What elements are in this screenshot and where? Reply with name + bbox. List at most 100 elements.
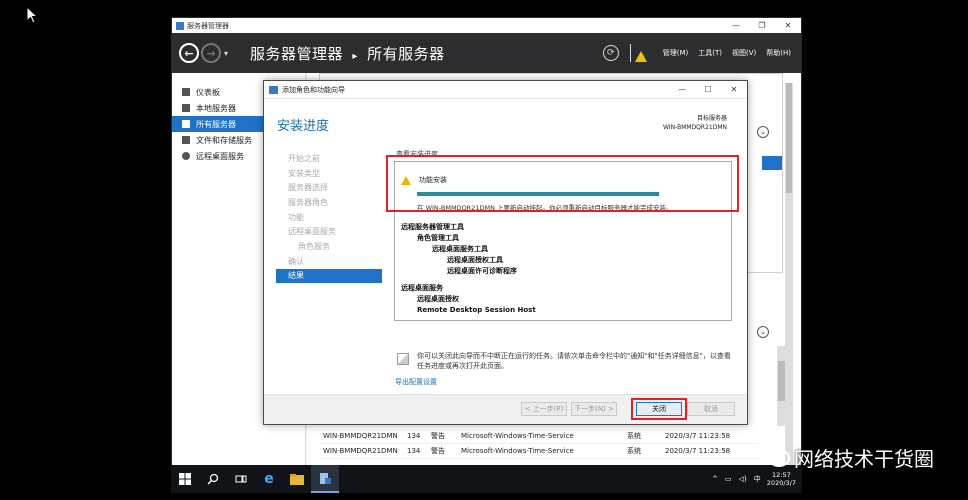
system-tray: ^ ▭ ◁) 中 (712, 474, 761, 484)
task-view-icon[interactable] (227, 465, 255, 493)
input-method-indicator[interactable]: 中 (754, 474, 761, 484)
status-line: 功能安装 (401, 175, 447, 185)
cell-date: 2020/3/7 11:23:58 (665, 447, 731, 455)
previous-button[interactable]: < 上一步(P) (521, 402, 567, 416)
internet-explorer-icon[interactable]: e (255, 465, 283, 493)
show-hidden-icons-icon[interactable]: ^ (712, 475, 718, 483)
remote-desktop-icon (182, 152, 190, 160)
next-button[interactable]: 下一步(N) > (571, 402, 617, 416)
minimize-icon[interactable]: — (723, 21, 749, 30)
cell-level: 警告 (431, 432, 445, 440)
step-server-roles[interactable]: 服务器角色 (276, 195, 382, 210)
window-title: 服务器管理器 (187, 21, 229, 30)
table-row[interactable]: WIN-BMMDQR21DMN 134 警告 Microsoft-Windows… (319, 429, 759, 444)
back-arrow-icon[interactable]: ← (179, 43, 199, 63)
cell-date: 2020/3/7 11:23:58 (665, 432, 731, 440)
list-item: 远程桌面许可诊断程序 (447, 267, 517, 275)
expand-chevron-icon[interactable]: ⌄ (757, 126, 769, 138)
info-flag-icon (397, 353, 409, 365)
destination-value: WIN-BMMDQR21DMN (662, 124, 727, 131)
progress-bar (417, 192, 659, 196)
cell-log: 系统 (627, 432, 641, 440)
close-icon[interactable]: ✕ (721, 85, 747, 94)
list-item: 远程桌面服务 (401, 284, 443, 292)
clock[interactable]: 12:57 2020/3/7 (767, 471, 796, 487)
maximize-icon[interactable]: ❐ (749, 21, 775, 30)
breadcrumb: 服务器管理器 ▸ 所有服务器 (250, 43, 445, 64)
command-bar: ← → ▾ 服务器管理器 ▸ 所有服务器 ⟳ 管理(M) 工具(T) 视图(V)… (172, 33, 801, 73)
cell-server: WIN-BMMDQR21DMN (323, 432, 398, 440)
refresh-icon[interactable]: ⟳ (602, 45, 619, 61)
server-icon (182, 104, 190, 112)
search-icon[interactable] (199, 465, 227, 493)
step-server-selection[interactable]: 服务器选择 (276, 180, 382, 195)
forward-arrow-icon[interactable]: → (201, 43, 221, 63)
list-item: Remote Desktop Session Host (417, 306, 536, 314)
destination-server: 目标服务器 WIN-BMMDQR21DMN (663, 114, 727, 132)
info-text: 你可以关闭此向导而不中断正在运行的任务。请依次单击命令栏中的"通知"和"任务详细… (417, 352, 731, 370)
wizard-titlebar: 添加角色和功能向导 — ☐ ✕ (264, 81, 747, 99)
menu-help[interactable]: 帮助(H) (766, 48, 791, 58)
cell-id: 134 (407, 432, 421, 440)
status-title: 功能安装 (419, 176, 447, 184)
step-confirmation[interactable]: 确认 (276, 254, 382, 269)
history-dropdown-icon[interactable]: ▾ (224, 49, 228, 58)
add-roles-wizard-dialog: 添加角色和功能向导 — ☐ ✕ 安装进度 目标服务器 WIN-BMMDQR21D… (263, 80, 748, 425)
sidebar-item-label: 本地服务器 (196, 103, 236, 113)
minimize-icon[interactable]: — (669, 85, 695, 94)
step-results[interactable]: 结果 (276, 268, 382, 284)
watermark: 网络技术干货圈 (768, 443, 934, 472)
main-menu: 管理(M) 工具(T) 视图(V) 帮助(H) (653, 48, 791, 58)
list-item: 远程桌面授权工具 (447, 256, 503, 264)
storage-icon (182, 136, 190, 144)
notifications-flag-icon[interactable] (627, 42, 647, 64)
wizard-steps: 开始之前 安装类型 服务器选择 服务器角色 功能 远程桌面服务 角色服务 确认 … (276, 151, 382, 284)
progress-box: 功能安装 在 WIN-BMMDQR21DMN 上要新启动挂起。你必须重新启动目标… (394, 161, 732, 321)
step-remote-desktop[interactable]: 远程桌面服务 (276, 224, 382, 239)
cell-source: Microsoft-Windows-Time-Service (461, 432, 574, 440)
breadcrumb-app[interactable]: 服务器管理器 (250, 45, 343, 63)
cancel-button[interactable]: 取消 (687, 402, 735, 416)
menu-view[interactable]: 视图(V) (732, 48, 756, 58)
step-before-you-begin[interactable]: 开始之前 (276, 151, 382, 166)
list-item: 远程服务器管理工具 (401, 223, 464, 231)
watermark-text: 网络技术干货圈 (794, 447, 934, 471)
main-scrollbar[interactable] (785, 83, 793, 478)
close-icon[interactable]: ✕ (775, 21, 801, 30)
clock-date: 2020/3/7 (766, 479, 796, 487)
file-explorer-icon[interactable] (283, 465, 311, 493)
step-installation-type[interactable]: 安装类型 (276, 166, 382, 181)
menu-manage[interactable]: 管理(M) (663, 48, 689, 58)
network-icon[interactable]: ▭ (725, 475, 732, 483)
expand-chevron-icon[interactable]: ⌄ (757, 326, 769, 338)
volume-icon[interactable]: ◁) (739, 475, 747, 483)
list-item: 远程桌面服务工具 (432, 245, 488, 253)
maximize-icon[interactable]: ☐ (695, 85, 721, 94)
breadcrumb-current-page: 所有服务器 (367, 44, 445, 63)
server-manager-taskbar-icon[interactable] (311, 465, 339, 493)
wizard-content: 查看安装进度 功能安装 在 WIN-BMMDQR21DMN 上要新启动挂起。你必… (394, 149, 734, 321)
export-config-link[interactable]: 导出配置设置 (395, 377, 437, 387)
selected-row-highlight[interactable] (762, 156, 782, 170)
progress-section-label: 查看安装进度 (396, 150, 438, 158)
events-table: WIN-BMMDQR21DMN 134 警告 Microsoft-Windows… (319, 429, 759, 459)
warning-icon (401, 175, 411, 185)
sidebar-item-label: 远程桌面服务 (196, 151, 244, 161)
table-row[interactable]: WIN-BMMDQR21DMN 134 警告 Microsoft-Windows… (319, 444, 759, 459)
clock-time: 12:57 (772, 471, 791, 479)
wizard-title: 添加角色和功能向导 (282, 85, 345, 94)
page-title: 安装进度 (277, 119, 330, 134)
list-item: 角色管理工具 (417, 234, 459, 242)
step-role-services[interactable]: 角色服务 (276, 239, 382, 254)
feature-tree: 远程服务器管理工具 角色管理工具 远程桌面服务工具 远程桌面授权工具 远程桌面许… (401, 222, 536, 316)
cell-id: 134 (407, 447, 421, 455)
dashboard-icon (182, 88, 190, 96)
menu-tools[interactable]: 工具(T) (698, 48, 722, 58)
wizard-app-icon (269, 85, 278, 94)
step-features[interactable]: 功能 (276, 210, 382, 225)
servers-icon (182, 120, 190, 128)
close-button[interactable]: 关闭 (636, 402, 682, 416)
windows-start-icon[interactable] (171, 465, 199, 493)
cell-source: Microsoft-Windows-Time-Service (461, 447, 574, 455)
list-item: 远程桌面授权 (417, 295, 459, 303)
